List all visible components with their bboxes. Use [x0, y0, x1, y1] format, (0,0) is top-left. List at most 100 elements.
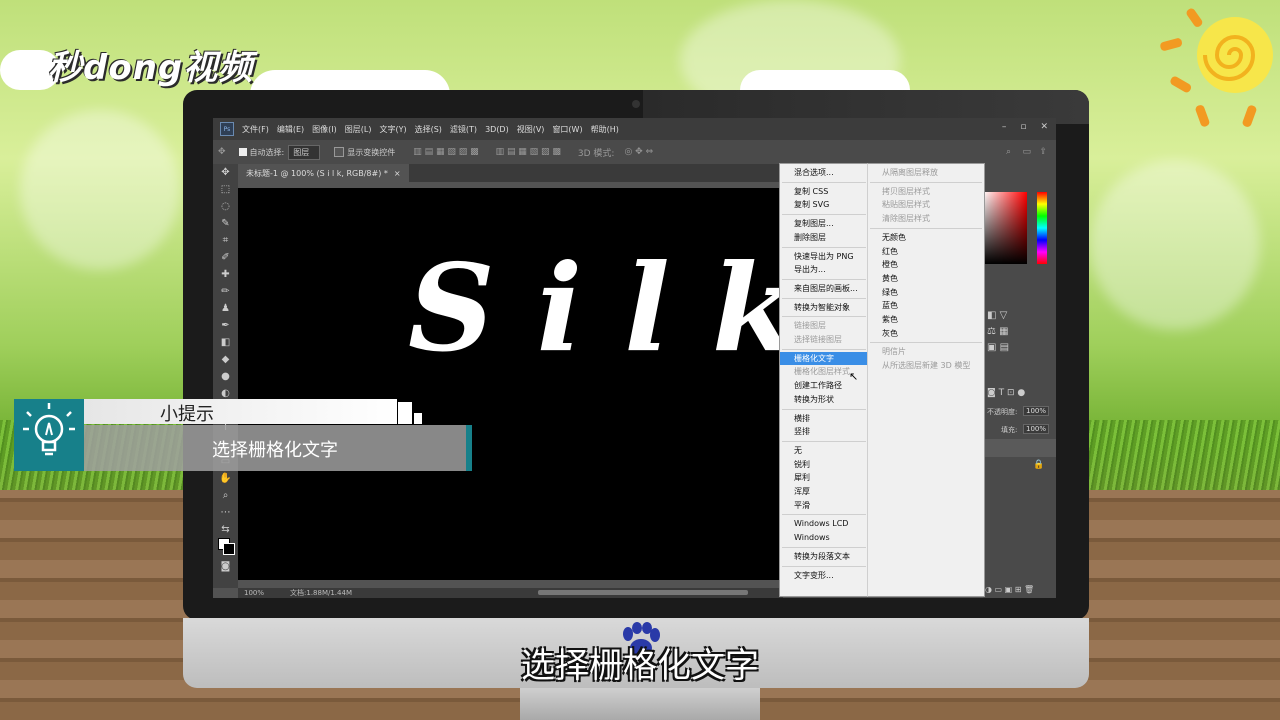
context-menu-item[interactable]: Windows [780, 531, 868, 544]
adjustments-icons[interactable]: ▣ ▤ [987, 342, 1009, 353]
paint-bucket-icon[interactable]: ◆ [222, 351, 230, 368]
color-picker-field[interactable] [983, 192, 1027, 264]
context-menu-item[interactable]: 混合选项... [780, 166, 868, 179]
crop-tool-icon[interactable]: ⌗ [223, 232, 229, 249]
submenu-separator [870, 342, 982, 344]
zoom-tool-icon[interactable]: ⌕ [223, 487, 229, 504]
move-tool-icon[interactable]: ✥ [218, 147, 226, 157]
workspace-icon[interactable]: ▭ [1022, 147, 1031, 157]
auto-select-dropdown[interactable]: 图层 [288, 144, 321, 160]
context-menu-item[interactable]: 竖排 [780, 425, 868, 438]
context-menu-item[interactable]: 复制 SVG [780, 198, 868, 211]
menu-select[interactable]: 选择(S) [415, 124, 442, 135]
tip-lightbulb-badge [14, 399, 84, 471]
align-icon[interactable]: ▥ ▤ ▦ ▧ ▨ ▩ [413, 147, 478, 157]
context-menu-item[interactable]: 转换为形状 [780, 393, 868, 406]
restore-button[interactable]: ▫ [1020, 122, 1026, 132]
context-menu-item[interactable]: 文字变形... [780, 569, 868, 582]
context-menu-item[interactable]: 无 [780, 444, 868, 457]
context-menu-item[interactable]: 转换为智能对象 [780, 301, 868, 314]
context-menu-item[interactable]: 横排 [780, 412, 868, 425]
move-tool-icon[interactable]: ✥ [221, 164, 229, 181]
context-menu-item[interactable]: 浑厚 [780, 485, 868, 498]
mouse-cursor-icon: ↖ [849, 370, 859, 383]
submenu-item[interactable]: 蓝色 [868, 299, 984, 312]
eraser-tool-icon[interactable]: ◧ [221, 334, 230, 351]
horizontal-scrollbar[interactable] [538, 590, 748, 595]
context-menu-item[interactable]: 犀利 [780, 471, 868, 484]
submenu-item[interactable]: 黄色 [868, 272, 984, 285]
3d-orbit-icon[interactable]: ◎ ✥ ⇔ [624, 147, 653, 157]
submenu-item[interactable]: 紫色 [868, 313, 984, 326]
background-bokeh [1090, 160, 1260, 330]
menu-3d[interactable]: 3D(D) [485, 125, 509, 134]
context-menu-item[interactable]: 转换为段落文本 [780, 550, 868, 563]
context-menu-item[interactable]: 导出为... [780, 263, 868, 276]
foreground-background-color[interactable] [217, 538, 235, 555]
menu-type[interactable]: 文字(Y) [379, 124, 406, 135]
close-button[interactable]: ✕ [1040, 122, 1048, 132]
submenu-item[interactable]: 红色 [868, 245, 984, 258]
context-menu-item[interactable]: Windows LCD [780, 517, 868, 530]
layer-actions-icons[interactable]: ◑ ▭ ▣ ⊞ 🗑 [985, 585, 1034, 594]
marquee-tool-icon[interactable]: ⬚ [221, 181, 230, 198]
menu-layer[interactable]: 图层(L) [345, 124, 372, 135]
submenu-item[interactable]: 灰色 [868, 327, 984, 340]
context-menu-item[interactable]: 栅格化文字 [780, 351, 868, 365]
context-menu-item[interactable]: 删除图层 [780, 231, 868, 244]
lasso-tool-icon[interactable]: ◌ [221, 198, 230, 215]
adjustments-icons[interactable]: ◧ ▽ [987, 310, 1007, 321]
layer-filter-icons[interactable]: ◙ T ⊡ ● [987, 388, 1025, 398]
quick-select-tool-icon[interactable]: ✎ [221, 215, 229, 232]
show-transform-checkbox[interactable] [334, 147, 345, 157]
context-menu-separator [782, 297, 866, 299]
layer-row[interactable] [983, 439, 1056, 457]
blur-tool-icon[interactable]: ● [221, 368, 230, 385]
context-menu-item[interactable]: 复制图层... [780, 217, 868, 230]
brush-tool-icon[interactable]: ✏ [221, 283, 229, 300]
zoom-level[interactable]: 100% [244, 589, 264, 597]
fill-field[interactable]: 100% [1023, 424, 1050, 434]
context-menu-item: 链接图层 [794, 321, 826, 331]
menu-window[interactable]: 窗口(W) [552, 124, 582, 135]
context-menu-item[interactable]: 来自图层的画板... [780, 282, 868, 295]
close-tab-icon[interactable]: × [394, 169, 401, 178]
color-swap-icon[interactable]: ⇆ [221, 521, 229, 538]
distribute-icon[interactable]: ▥ ▤ ▦ ▧ ▨ ▩ [496, 147, 561, 157]
auto-select-checkbox[interactable] [238, 148, 247, 156]
submenu-item[interactable]: 无颜色 [868, 231, 984, 244]
menu-help[interactable]: 帮助(H) [591, 124, 619, 135]
minimize-button[interactable]: – [1002, 122, 1007, 132]
status-bar: 100% 文档:1.88M/1.44M [238, 588, 783, 598]
hand-tool-icon[interactable]: ✋ [219, 470, 231, 487]
context-menu-item[interactable]: 复制 CSS [780, 185, 868, 198]
history-brush-icon[interactable]: ✒ [221, 317, 229, 334]
context-menu-item[interactable]: 平滑 [780, 499, 868, 512]
menu-view[interactable]: 视图(V) [517, 124, 545, 135]
more-tools-icon[interactable]: ⋯ [221, 504, 231, 521]
menu-filter[interactable]: 滤镜(T) [450, 124, 477, 135]
adjustments-icons[interactable]: ⚖ ▦ [987, 326, 1009, 337]
photoshop-window: Ps 文件(F) 编辑(E) 图像(I) 图层(L) 文字(Y) 选择(S) 滤… [213, 118, 1056, 598]
opacity-field[interactable]: 100% [1023, 406, 1050, 416]
submenu-item[interactable]: 橙色 [868, 258, 984, 271]
document-tab[interactable]: 未标题-1 @ 100% (S i l k, RGB/8#) * × [238, 164, 409, 182]
context-menu-separator [782, 440, 866, 442]
context-menu-item[interactable]: 快速导出为 PNG [780, 250, 868, 263]
quick-mask-icon[interactable]: ◙ [221, 558, 231, 575]
share-icon[interactable]: ⇪ [1039, 147, 1047, 157]
search-icon[interactable]: ⌕ [1006, 147, 1011, 157]
lock-icon[interactable]: 🔒 [1033, 460, 1044, 470]
photoshop-app-icon[interactable]: Ps [220, 122, 234, 136]
eyedropper-tool-icon[interactable]: ✐ [221, 249, 229, 266]
submenu-item[interactable]: 绿色 [868, 286, 984, 299]
hue-slider[interactable] [1037, 192, 1047, 264]
tip-body-edge [466, 425, 472, 471]
menu-file[interactable]: 文件(F) [242, 124, 269, 135]
stamp-tool-icon[interactable]: ♟ [221, 300, 230, 317]
healing-tool-icon[interactable]: ✚ [221, 266, 229, 283]
menu-edit[interactable]: 编辑(E) [277, 124, 304, 135]
context-menu-item[interactable]: 锐利 [780, 458, 868, 471]
menu-image[interactable]: 图像(I) [312, 124, 337, 135]
document-canvas[interactable]: Silk [238, 188, 783, 580]
